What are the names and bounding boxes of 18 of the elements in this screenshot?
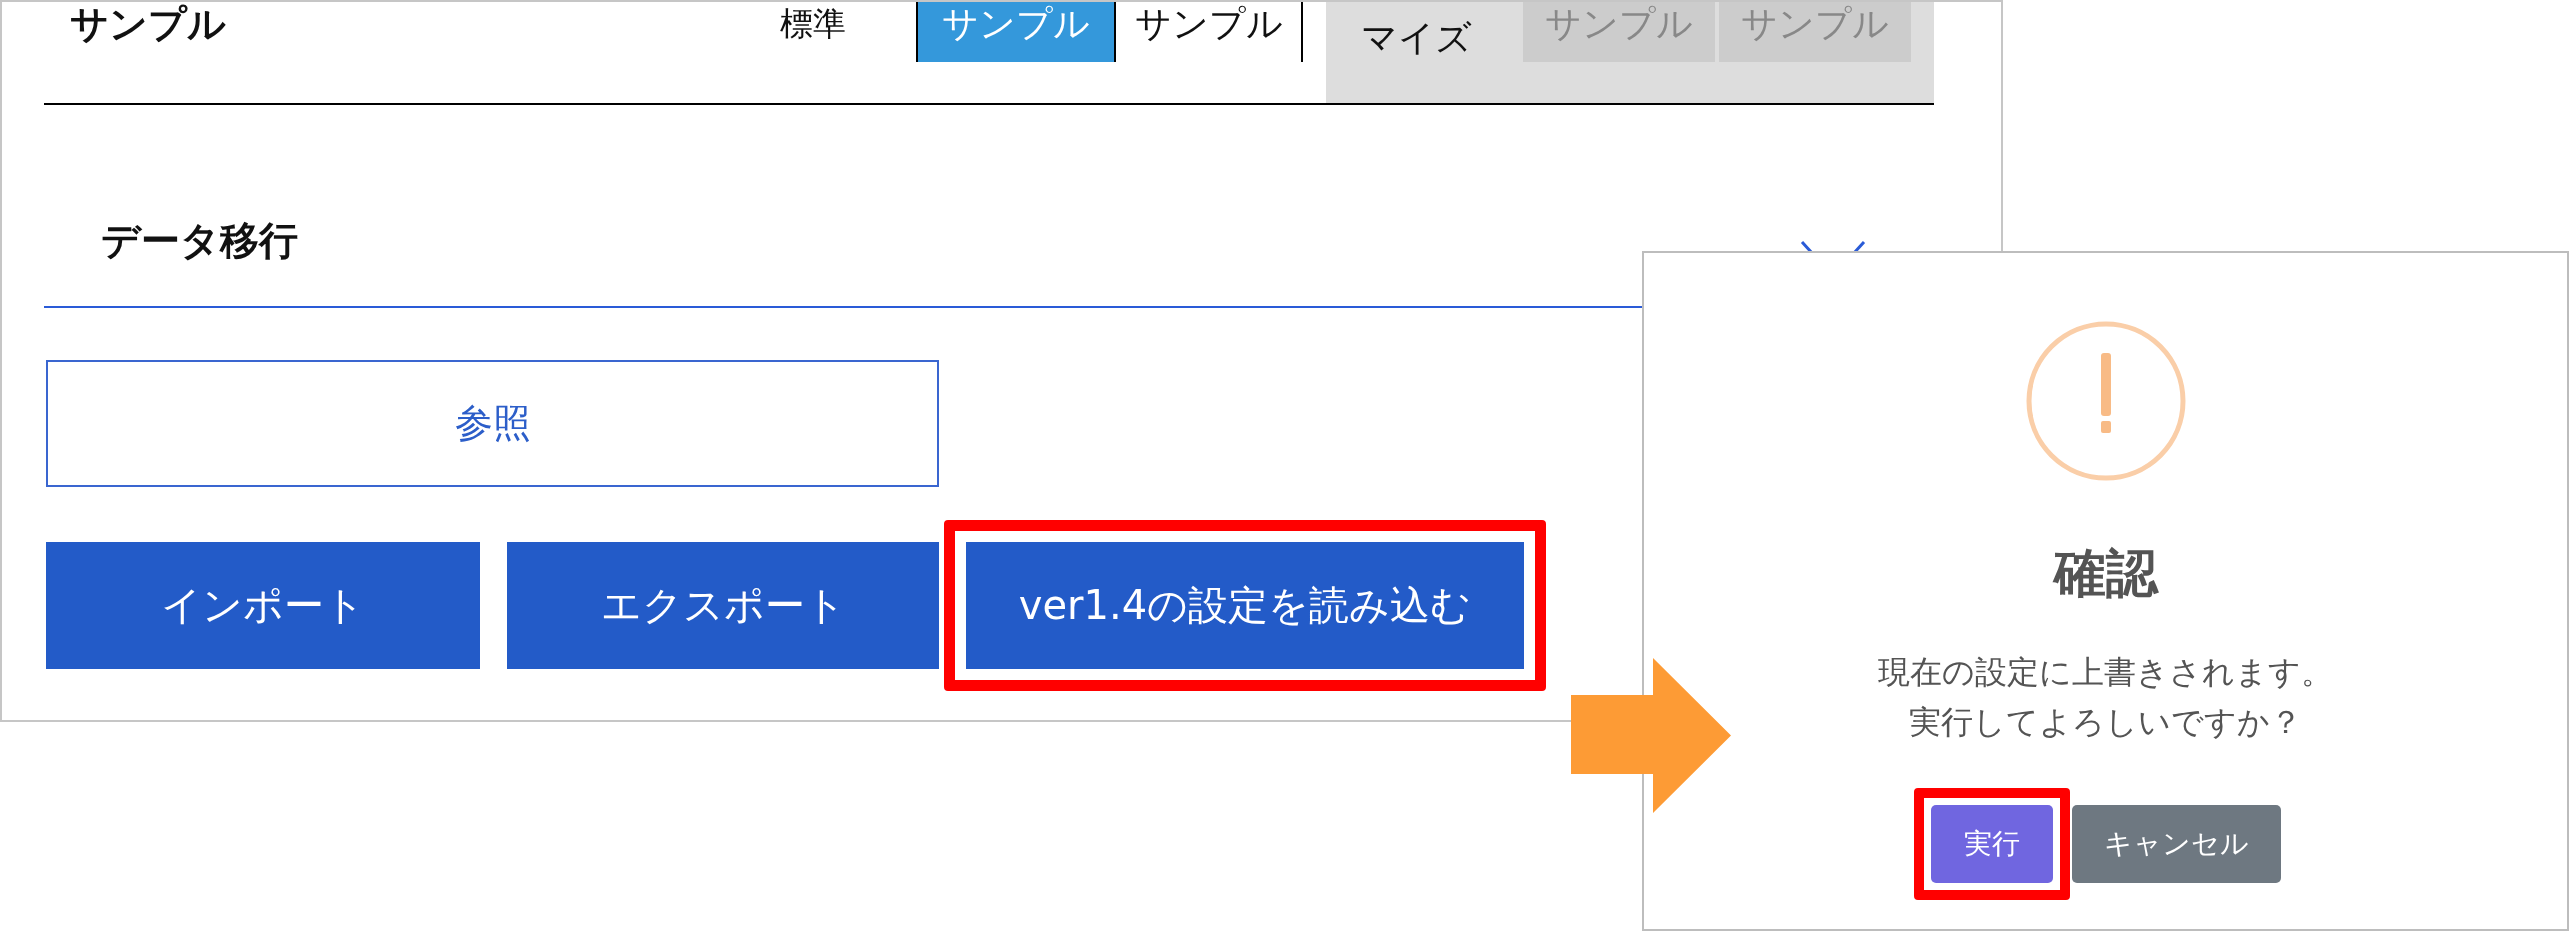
custom-label: マイズ bbox=[1361, 16, 1473, 60]
dialog-title: 確認 bbox=[2053, 543, 2158, 603]
right-arrow-icon bbox=[1571, 658, 1731, 813]
confirm-button[interactable]: 実行 bbox=[1930, 805, 2053, 883]
mode-label: 標準 bbox=[780, 3, 846, 45]
dialog-message: 現在の設定に上書きされます。 bbox=[1878, 652, 2333, 693]
action-button[interactable]: エクスポート bbox=[507, 542, 939, 669]
tab[interactable]: サンプル bbox=[916, 2, 1116, 62]
section-title: データ移行 bbox=[101, 217, 298, 265]
action-button[interactable]: ver1.4の設定を読み込む bbox=[966, 542, 1524, 669]
action-button[interactable]: インポート bbox=[46, 542, 480, 669]
warning-icon bbox=[2025, 321, 2186, 481]
dialog-message: 実行してよろしいですか？ bbox=[1909, 702, 2302, 743]
tab[interactable]: サンプル bbox=[1116, 2, 1303, 62]
browse-button[interactable]: 参照 bbox=[46, 360, 939, 487]
chevron-icon[interactable] bbox=[1800, 241, 1866, 253]
page-title: サンプル bbox=[70, 2, 226, 46]
cancel-button[interactable]: キャンセル bbox=[2071, 805, 2281, 883]
